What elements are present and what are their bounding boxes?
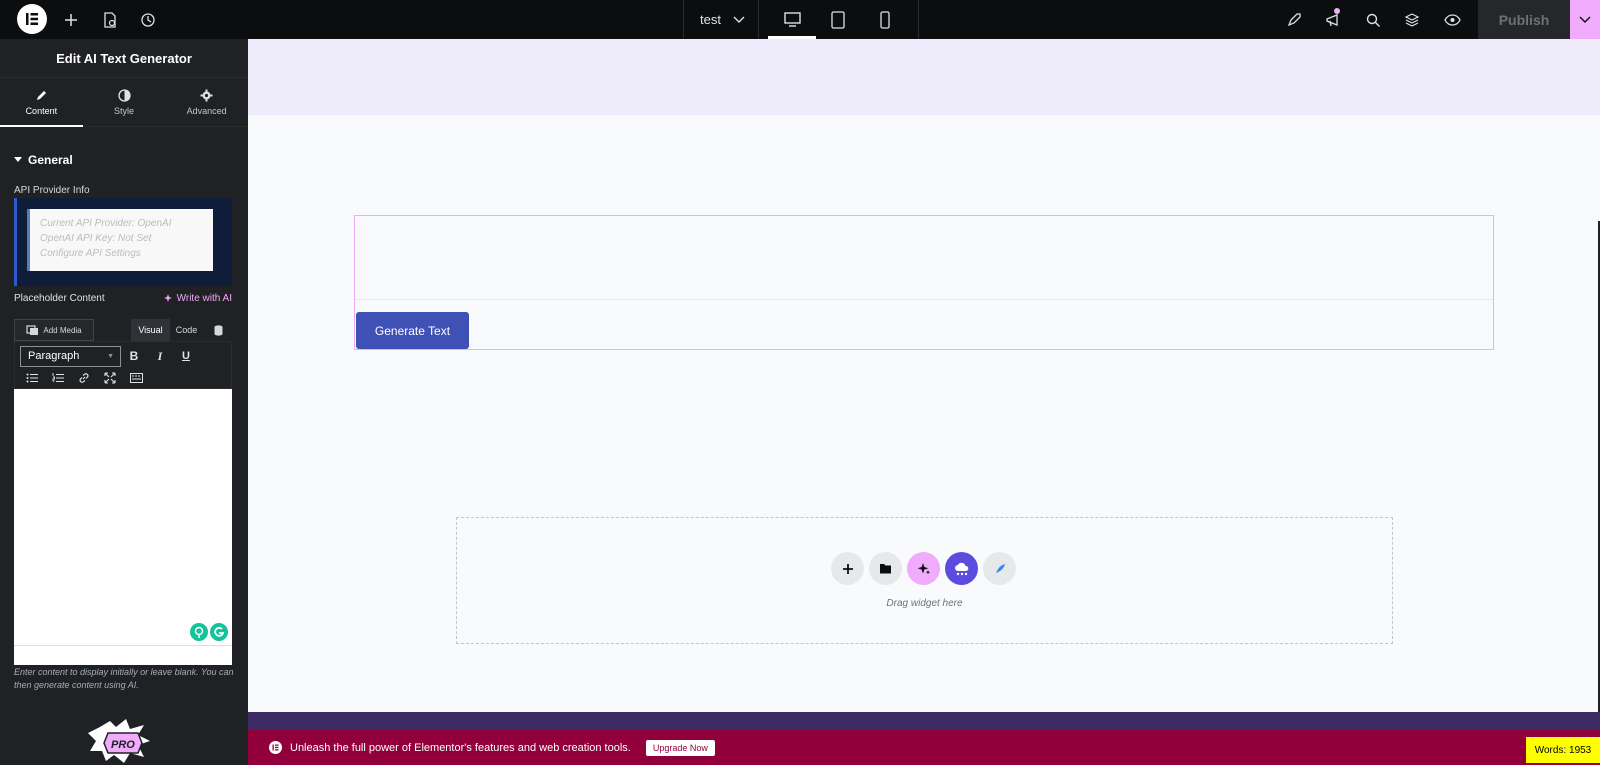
api-provider-label: API Provider Info xyxy=(14,185,90,196)
code-tab[interactable]: Code xyxy=(170,319,203,341)
caret-down-icon xyxy=(14,157,22,162)
tab-style-label: Style xyxy=(114,105,135,116)
add-media-button[interactable]: Add Media xyxy=(14,319,94,341)
word-count-badge: Words: 1953 xyxy=(1526,737,1600,763)
media-icon xyxy=(26,324,39,335)
mobile-device-icon[interactable] xyxy=(861,0,909,39)
document-title: test xyxy=(700,12,721,27)
grammarly-widget[interactable] xyxy=(190,623,228,641)
italic-icon[interactable]: I xyxy=(152,348,168,364)
visual-tab[interactable]: Visual xyxy=(131,319,170,341)
tab-content[interactable]: Content xyxy=(0,78,83,127)
api-provider-line: Current API Provider: OpenAI xyxy=(40,218,172,229)
section-title: General xyxy=(28,153,73,167)
desktop-device-icon[interactable] xyxy=(768,0,816,39)
grammarly-icon xyxy=(210,623,228,641)
paragraph-format-select[interactable]: Paragraph ▼ xyxy=(20,346,121,367)
caret-down-icon: ▼ xyxy=(107,353,114,360)
section-general-toggle[interactable]: General xyxy=(0,127,248,167)
page-settings-icon[interactable] xyxy=(98,8,122,32)
cloud-templates-icon[interactable] xyxy=(945,552,978,585)
elementor-logo-icon xyxy=(269,741,282,754)
pro-badge-icon[interactable]: PRO xyxy=(88,717,158,765)
bold-icon[interactable]: B xyxy=(126,348,142,364)
api-provider-info-box: Current API Provider: OpenAI OpenAI API … xyxy=(14,198,232,286)
pencil-icon xyxy=(36,90,46,100)
database-icon[interactable] xyxy=(204,319,232,341)
generate-text-button[interactable]: Generate Text xyxy=(356,312,469,349)
publish-button[interactable]: Publish xyxy=(1478,0,1570,39)
editor-panel: Edit AI Text Generator Content Style Adv… xyxy=(0,39,248,765)
footer-section[interactable] xyxy=(248,712,1600,730)
format-value: Paragraph xyxy=(28,350,80,362)
placeholder-content-editor[interactable] xyxy=(14,389,232,645)
help-text: Enter content to display initially or le… xyxy=(14,667,234,690)
preview-eye-icon[interactable] xyxy=(1440,8,1464,32)
numbered-list-icon[interactable] xyxy=(50,370,66,386)
add-element-icon[interactable] xyxy=(59,8,83,32)
upgrade-promo-bar: Unleash the full power of Elementor's fe… xyxy=(248,730,1600,765)
editor-toolbar-top: Add Media Visual Code xyxy=(14,319,232,341)
underline-icon[interactable]: U xyxy=(178,348,194,364)
lightbulb-icon xyxy=(190,623,208,641)
chevron-down-icon xyxy=(1579,16,1591,23)
generated-text-area[interactable] xyxy=(355,216,1493,300)
ai-text-generator-widget[interactable]: Generate Text xyxy=(354,215,1494,350)
tab-advanced-label: Advanced xyxy=(186,105,227,116)
api-info-content: Current API Provider: OpenAI OpenAI API … xyxy=(27,209,213,271)
contrast-icon xyxy=(117,88,131,102)
panel-title: Edit AI Text Generator xyxy=(0,39,248,78)
configure-api-link[interactable]: Configure API Settings xyxy=(40,246,203,261)
rocket-icon[interactable] xyxy=(1282,8,1306,32)
top-bar: test Publish xyxy=(0,0,1600,39)
layers-icon[interactable] xyxy=(1400,8,1424,32)
ai-sparkle-icon[interactable] xyxy=(907,552,940,585)
document-title-dropdown[interactable]: test xyxy=(683,0,759,39)
add-section-buttons xyxy=(831,552,1016,585)
add-section-icon[interactable] xyxy=(831,552,864,585)
notification-badge xyxy=(1334,8,1340,14)
add-media-label: Add Media xyxy=(43,325,82,335)
search-icon[interactable] xyxy=(1361,8,1385,32)
toolbar-toggle-icon[interactable] xyxy=(128,370,144,386)
device-switcher xyxy=(759,0,919,39)
placeholder-label: Placeholder Content xyxy=(14,293,105,304)
placeholder-row: Placeholder Content Write with AI xyxy=(14,293,232,304)
template-library-folder-icon[interactable] xyxy=(869,552,902,585)
publish-options-button[interactable] xyxy=(1570,0,1600,39)
upgrade-now-button[interactable]: Upgrade Now xyxy=(645,739,715,756)
editor-resize-bar[interactable] xyxy=(14,645,232,665)
panel-tabs: Content Style Advanced xyxy=(0,78,248,127)
sparkle-icon xyxy=(163,293,172,302)
write-with-ai-label: Write with AI xyxy=(176,293,232,304)
elementor-logo-icon[interactable] xyxy=(17,4,47,34)
history-icon[interactable] xyxy=(136,8,160,32)
tab-advanced[interactable]: Advanced xyxy=(165,78,248,126)
notifications-icon[interactable] xyxy=(1321,8,1345,32)
fullscreen-icon[interactable] xyxy=(102,370,118,386)
feather-icon[interactable] xyxy=(983,552,1016,585)
chevron-down-icon xyxy=(733,16,745,23)
promo-text: Unleash the full power of Elementor's fe… xyxy=(290,741,631,754)
rich-text-toolbar: Paragraph ▼ B I U xyxy=(14,341,232,389)
widget-drop-zone[interactable]: Drag widget here xyxy=(456,517,1393,644)
drag-widget-hint: Drag widget here xyxy=(886,598,963,609)
bullet-list-icon[interactable] xyxy=(24,370,40,386)
gear-icon xyxy=(200,89,213,101)
tablet-device-icon[interactable] xyxy=(814,0,862,39)
tab-content-label: Content xyxy=(25,105,58,116)
pro-label: PRO xyxy=(111,739,135,751)
link-icon[interactable] xyxy=(76,370,92,386)
write-with-ai-button[interactable]: Write with AI xyxy=(163,293,232,304)
preview-canvas: Generate Text Drag widget here xyxy=(248,39,1600,730)
tab-style[interactable]: Style xyxy=(83,78,166,126)
api-key-line: OpenAI API Key: Not Set xyxy=(40,233,152,244)
header-section[interactable] xyxy=(248,39,1600,115)
